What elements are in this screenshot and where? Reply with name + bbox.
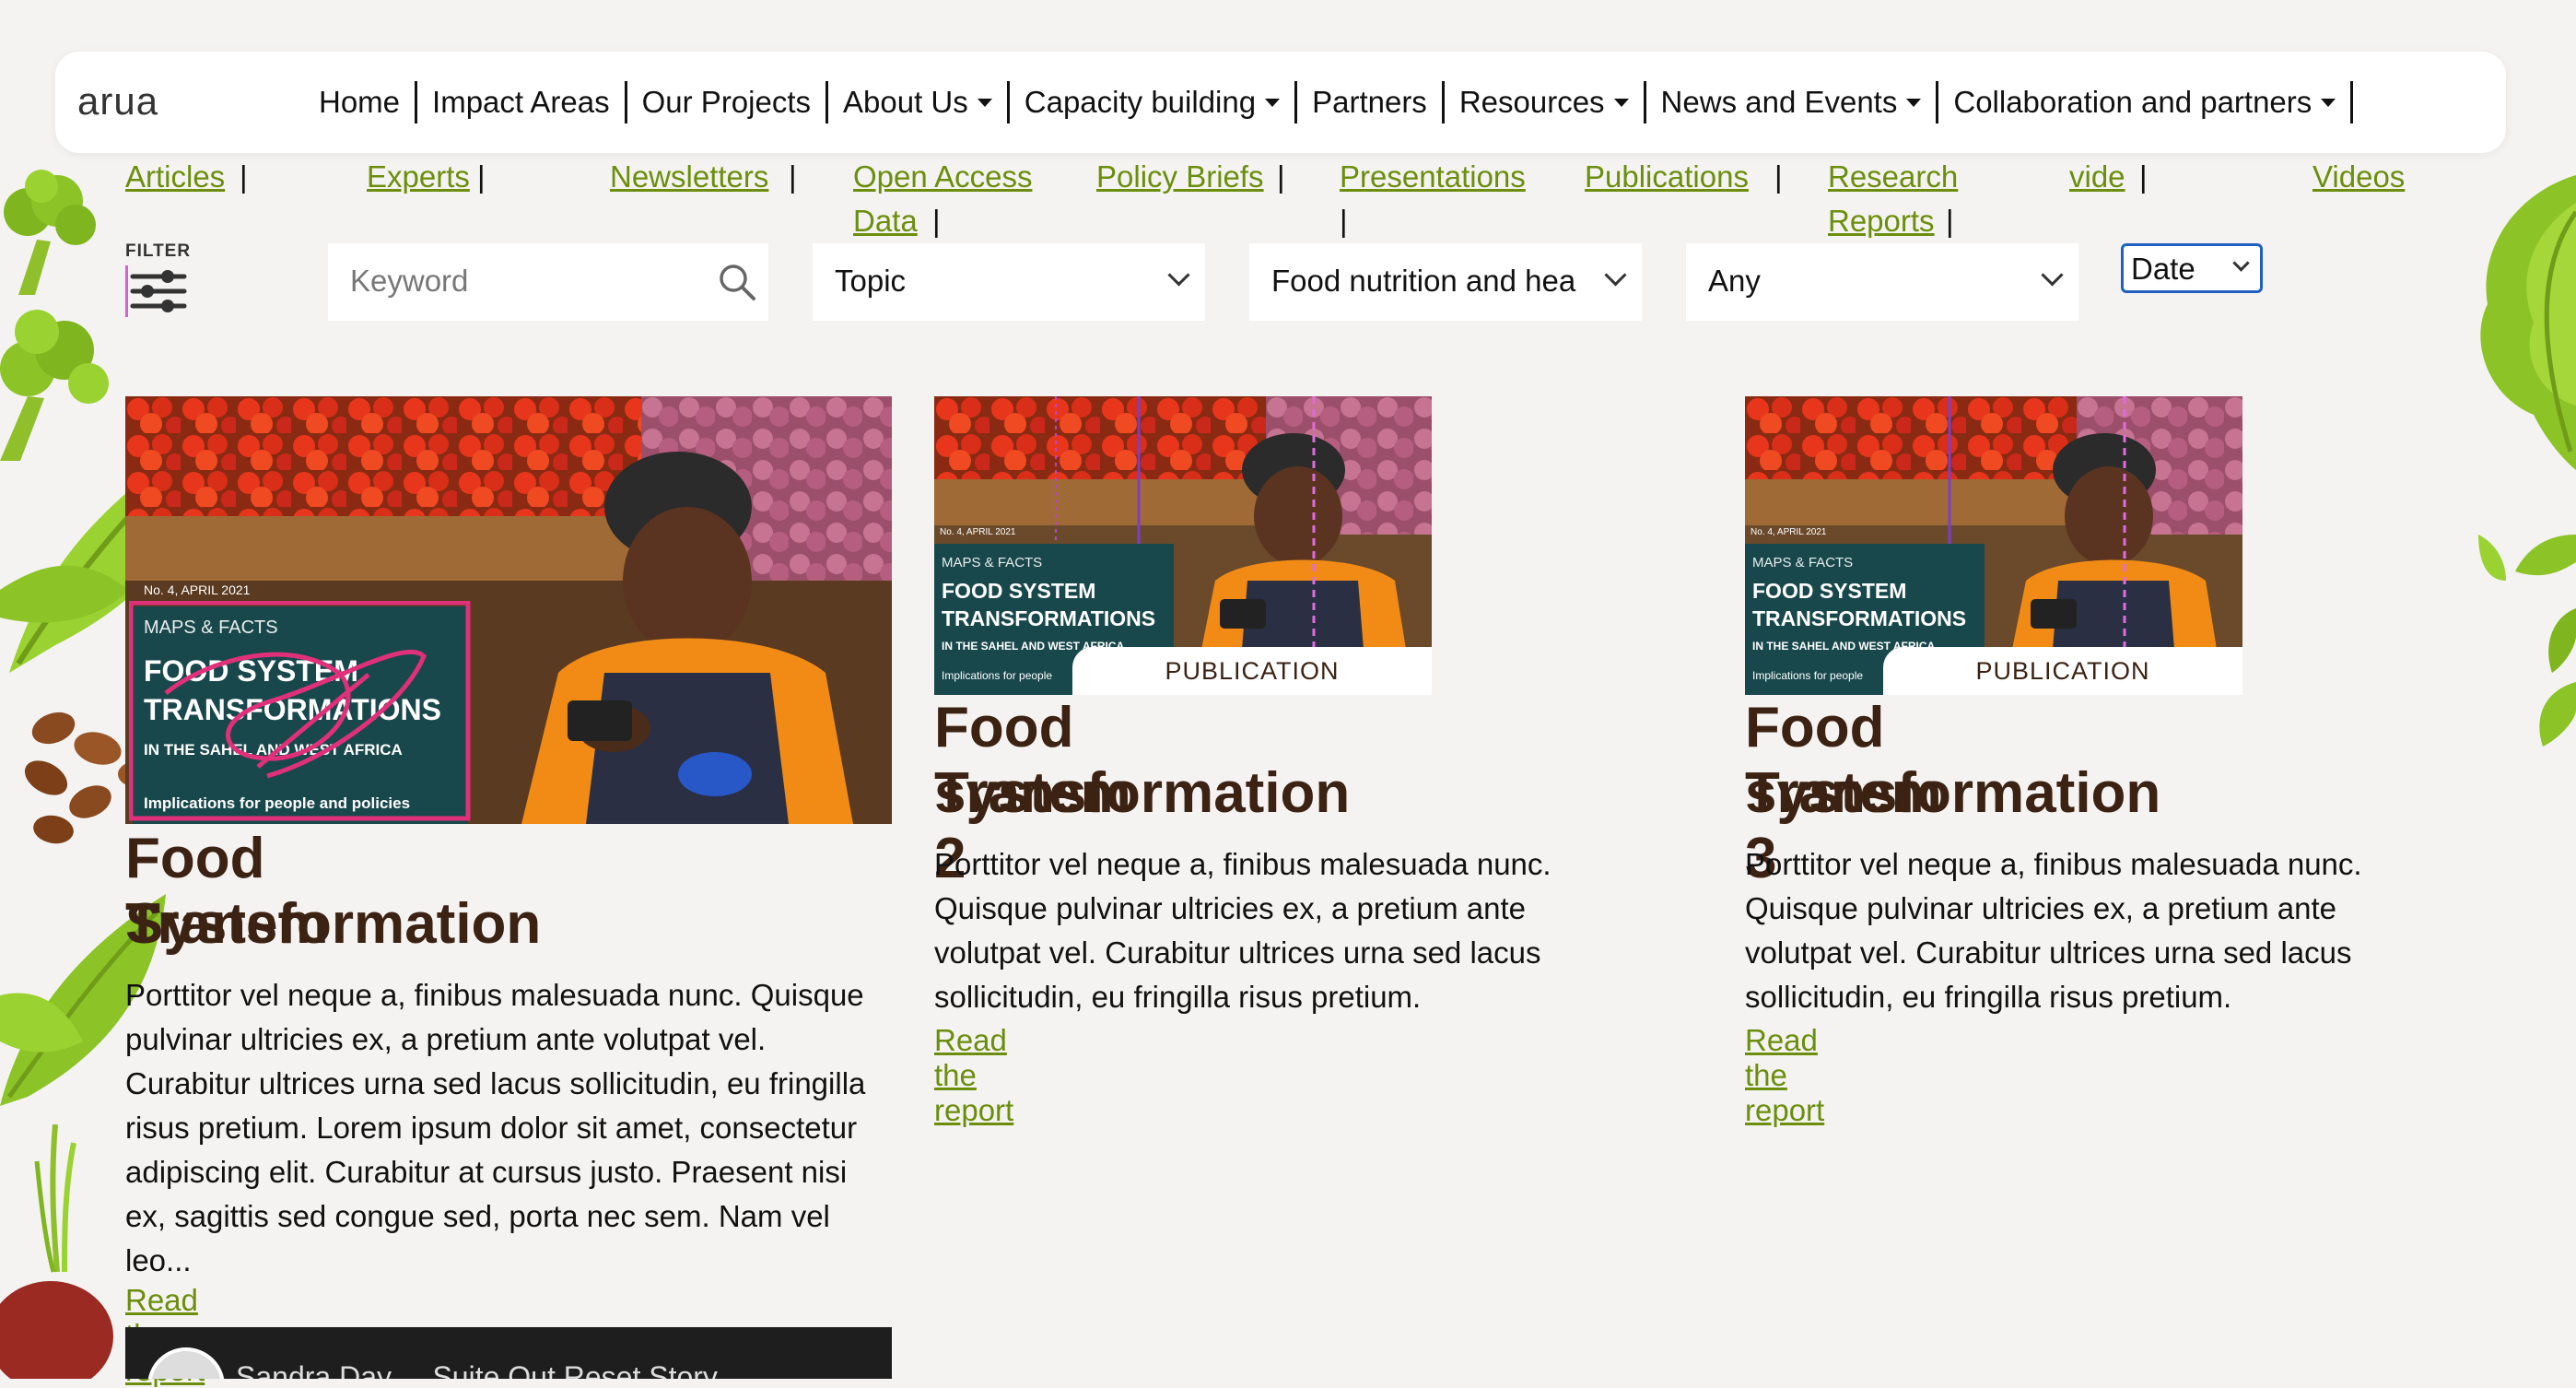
sort-select-value: Date	[2131, 252, 2195, 286]
cover-kicker: No. 4, APRIL 2021	[940, 527, 1016, 537]
type-link-research-reports-line2[interactable]: Reports	[1828, 199, 1935, 243]
nav-item-capacity-building[interactable]: Capacity building	[1010, 85, 1294, 120]
chevron-down-icon	[2232, 254, 2250, 272]
nav-item-home[interactable]: Home	[304, 85, 415, 120]
any-select[interactable]: Any	[1686, 243, 2078, 321]
cover-title-line2: TRANSFORMATIONS	[942, 606, 1156, 630]
nav-item-our-projects[interactable]: Our Projects	[627, 85, 825, 120]
impact-area-select[interactable]: Food nutrition and hea	[1249, 243, 1642, 321]
publication-badge: PUBLICATION	[1072, 647, 1432, 695]
impact-area-select-value: Food nutrition and hea	[1271, 264, 1576, 298]
nav-item-resources[interactable]: Resources	[1445, 85, 1644, 120]
type-link-open-access-data-line2[interactable]: Data	[853, 199, 918, 243]
cover-footnote: Implications for people	[942, 669, 1053, 682]
cover-kicker: No. 4, APRIL 2021	[1751, 527, 1827, 537]
type-link-articles[interactable]: Articles	[125, 155, 225, 199]
type-separator: |	[477, 159, 486, 194]
nav-item-label: Capacity building	[1024, 85, 1257, 119]
main-navbar: arua Home Impact Areas Our Projects Abou…	[55, 52, 2506, 153]
nav-item-news-and-events[interactable]: News and Events	[1646, 85, 1937, 120]
cover-footnote: Implications for people	[1752, 669, 1864, 682]
chevron-down-icon	[2041, 264, 2064, 287]
filter-toggle[interactable]: FILTER	[125, 241, 192, 319]
card-1-image[interactable]: No. 4, APRIL 2021 MAPS & FACTS FOOD SYST…	[125, 396, 892, 824]
card-1-title-line2[interactable]: Transformation	[125, 891, 541, 957]
type-link-presentations[interactable]: Presentations	[1340, 155, 1526, 199]
caret-down-icon	[977, 98, 992, 107]
any-select-value: Any	[1708, 264, 1761, 298]
cover-title-line2: TRANSFORMATIONS	[1752, 606, 1967, 630]
sliders-icon	[125, 265, 187, 317]
type-separator: |	[789, 159, 797, 194]
type-link-videos[interactable]: Videos	[2313, 155, 2405, 199]
type-link-policy-briefs[interactable]: Policy Briefs	[1096, 155, 1264, 199]
type-link-newsletters[interactable]: Newsletters	[610, 155, 768, 199]
nav-separator	[2350, 81, 2354, 124]
type-separator: |	[2139, 159, 2148, 194]
cover-kicker: No. 4, APRIL 2021	[144, 582, 251, 597]
cover-title-line1: FOOD SYSTEM	[942, 579, 1096, 603]
chevron-down-icon	[1604, 264, 1627, 287]
type-separator: |	[1277, 159, 1285, 194]
type-link-experts[interactable]: Experts	[367, 155, 470, 199]
topic-select[interactable]: Topic	[813, 243, 1205, 321]
caret-down-icon	[1906, 98, 1922, 107]
nav-item-impact-areas[interactable]: Impact Areas	[417, 85, 625, 120]
card-3-image[interactable]: No. 4, APRIL 2021 MAPS & FACTS FOOD SYST…	[1745, 396, 2242, 695]
nav-item-about-us[interactable]: About Us	[828, 85, 1007, 120]
type-separator: |	[240, 159, 248, 194]
chevron-down-icon	[1167, 264, 1190, 287]
nav-item-label: Partners	[1312, 85, 1427, 119]
beet-decoration	[0, 1124, 113, 1379]
sprout-decoration-right	[2478, 535, 2576, 747]
keyword-placeholder: Keyword	[350, 264, 469, 298]
caret-down-icon	[1265, 98, 1281, 107]
card-3-read-report-link[interactable]: Read the report	[1745, 1023, 1824, 1128]
nav-item-partners[interactable]: Partners	[1297, 85, 1442, 120]
annotation-scribble	[129, 601, 471, 821]
card-2-image[interactable]: No. 4, APRIL 2021 MAPS & FACTS FOOD SYST…	[934, 396, 1432, 695]
nav-item-label: Collaboration and partners	[1953, 85, 2313, 119]
nav-item-label: Resources	[1458, 85, 1605, 119]
type-link-research-reports[interactable]: Research	[1828, 155, 1958, 199]
search-icon[interactable]	[717, 262, 757, 302]
type-separator: |	[1340, 204, 1348, 238]
channel-avatar	[147, 1347, 225, 1379]
brand-logo[interactable]: arua	[77, 79, 158, 124]
cover-series: MAPS & FACTS	[1752, 555, 1854, 570]
nav-item-label: Impact Areas	[432, 85, 610, 119]
nav-item-label: Home	[319, 85, 401, 119]
publication-badge: PUBLICATION	[1883, 647, 2242, 695]
card-2-read-report-link[interactable]: Read the report	[934, 1023, 1013, 1128]
filter-label: FILTER	[125, 241, 192, 261]
caret-down-icon	[1613, 98, 1629, 107]
card-1-description: Porttitor vel neque a, finibus malesuada…	[125, 978, 866, 1277]
type-link-open-access-data[interactable]: Open Access	[853, 155, 1032, 199]
sort-date-select[interactable]: Date	[2121, 243, 2263, 293]
card-3-description: Porttitor vel neque a, finibus malesuada…	[1745, 847, 2362, 1014]
type-separator: |	[1774, 159, 1783, 194]
topic-select-value: Topic	[835, 264, 907, 298]
card-2-description: Porttitor vel neque a, finibus malesuada…	[934, 847, 1551, 1014]
type-separator: |	[932, 204, 941, 238]
nav-menu: Home Impact Areas Our Projects About Us …	[304, 76, 2354, 129]
type-link-publications[interactable]: Publications	[1585, 155, 1749, 199]
nav-item-label: News and Events	[1660, 85, 1898, 119]
nav-item-label: About Us	[843, 85, 968, 119]
video-embed[interactable]: Sandra Day ... Suite Out Reset Story	[125, 1327, 892, 1379]
cover-series: MAPS & FACTS	[942, 555, 1043, 570]
video-title: Sandra Day ... Suite Out Reset Story	[236, 1360, 718, 1379]
type-separator: |	[1946, 204, 1954, 238]
type-link-vide[interactable]: vide	[2069, 155, 2125, 199]
resource-type-links: Articles | Experts | Newsletters | Open …	[0, 155, 2576, 247]
nav-item-collaboration[interactable]: Collaboration and partners	[1938, 85, 2350, 120]
caret-down-icon	[2321, 98, 2336, 107]
nav-item-label: Our Projects	[641, 85, 812, 119]
cover-title-line1: FOOD SYSTEM	[1752, 579, 1907, 603]
keyword-search-input[interactable]: Keyword	[328, 243, 768, 321]
